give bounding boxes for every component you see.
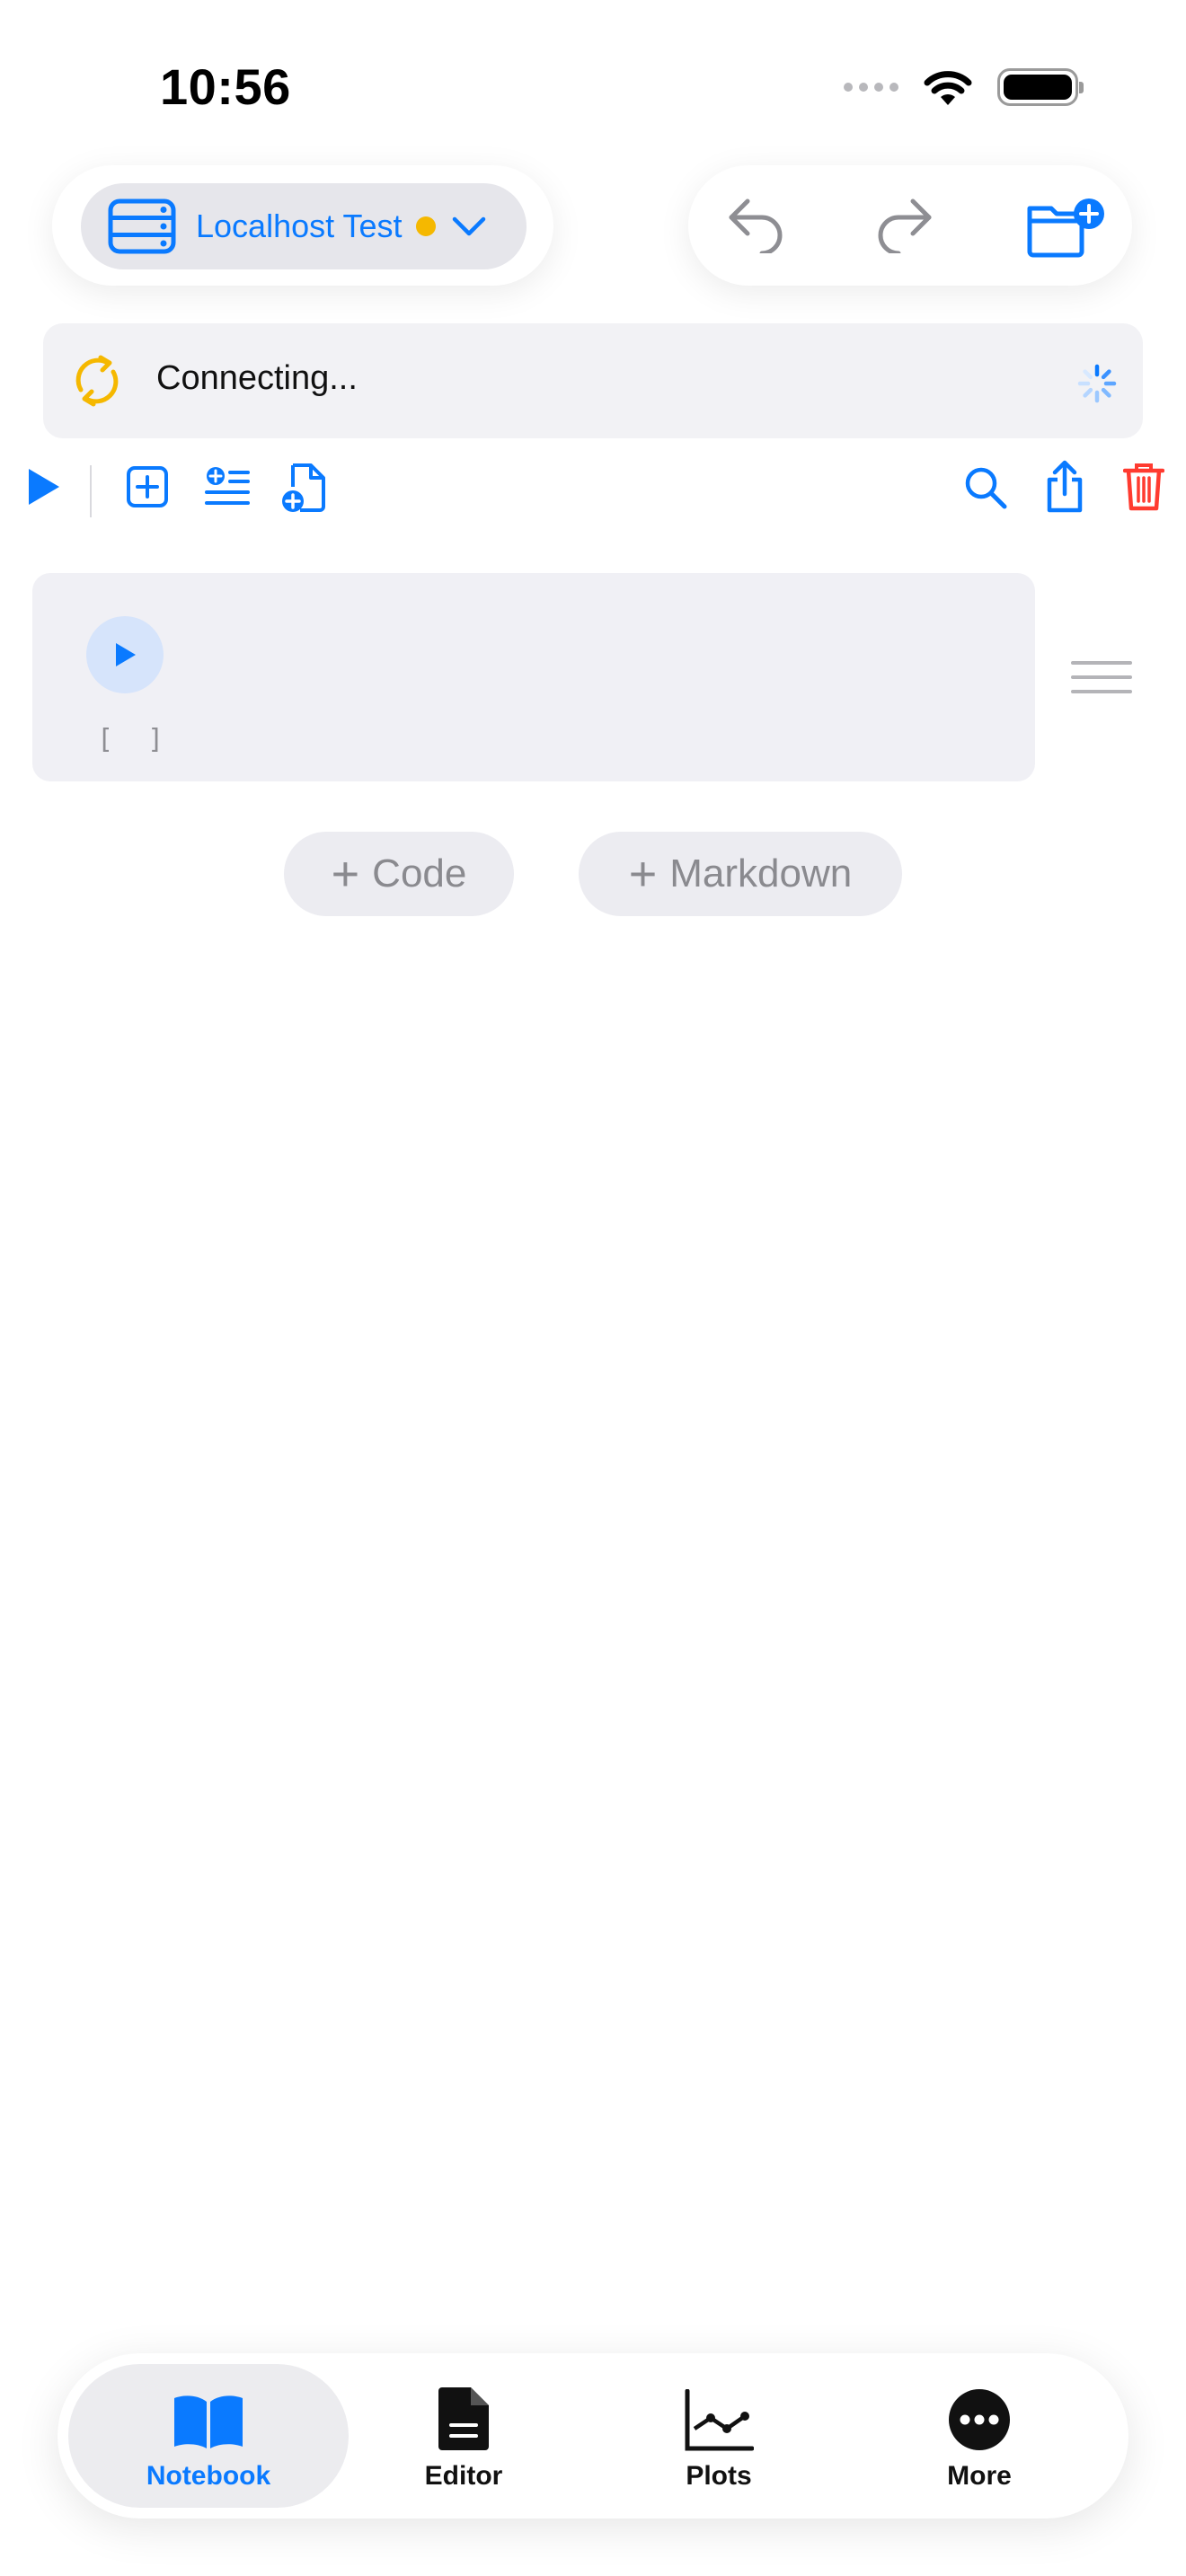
status-time: 10:56 bbox=[160, 58, 291, 115]
redo-icon[interactable] bbox=[875, 194, 934, 253]
tab-more[interactable]: More bbox=[854, 2364, 1105, 2508]
tab-label: Editor bbox=[424, 2461, 503, 2491]
sync-icon bbox=[75, 355, 119, 407]
book-icon bbox=[174, 2395, 243, 2448]
run-cell-button[interactable] bbox=[86, 616, 164, 693]
tab-plots[interactable]: Plots bbox=[593, 2364, 845, 2508]
connection-status-text: Connecting... bbox=[156, 359, 358, 397]
ellipsis-circle-icon bbox=[949, 2389, 1010, 2450]
document-icon bbox=[438, 2387, 489, 2450]
tab-label: Plots bbox=[686, 2461, 752, 2491]
add-markdown-label: Markdown bbox=[669, 851, 853, 895]
tab-editor[interactable]: Editor bbox=[338, 2364, 589, 2508]
server-status-dot bbox=[416, 216, 437, 236]
add-cell-icon[interactable] bbox=[126, 465, 169, 508]
battery-icon bbox=[997, 68, 1084, 106]
plus-icon: + bbox=[331, 847, 360, 901]
wifi-icon bbox=[924, 71, 972, 105]
plus-icon: + bbox=[628, 847, 658, 901]
chevron-down-icon bbox=[453, 216, 486, 236]
add-code-cell-button[interactable]: + Code bbox=[284, 832, 514, 916]
loading-spinner-icon bbox=[1077, 364, 1117, 403]
tab-notebook[interactable]: Notebook bbox=[68, 2364, 349, 2508]
tab-label: Notebook bbox=[146, 2461, 271, 2491]
share-icon[interactable] bbox=[1044, 460, 1085, 514]
insert-below-icon[interactable] bbox=[205, 465, 250, 508]
search-icon[interactable] bbox=[963, 465, 1008, 510]
cellular-signal-icon bbox=[844, 83, 898, 92]
chart-icon bbox=[685, 2389, 754, 2451]
server-name: Localhost Test bbox=[196, 207, 403, 244]
undo-icon[interactable] bbox=[726, 194, 785, 253]
status-indicators bbox=[844, 65, 1084, 110]
run-all-icon[interactable] bbox=[25, 467, 61, 507]
tab-label: More bbox=[947, 2461, 1012, 2491]
server-icon bbox=[108, 198, 176, 254]
new-file-icon[interactable] bbox=[280, 462, 327, 512]
add-markdown-cell-button[interactable]: + Markdown bbox=[579, 832, 902, 916]
new-folder-icon[interactable] bbox=[1026, 196, 1107, 259]
toolbar-divider bbox=[90, 465, 92, 517]
server-selector[interactable]: Localhost Test bbox=[81, 183, 527, 269]
trash-icon[interactable] bbox=[1123, 462, 1164, 512]
add-code-label: Code bbox=[372, 851, 467, 895]
notebook-screen: 10:56 Localhost Test Connecting... [] +… bbox=[0, 0, 1186, 2576]
play-icon bbox=[116, 643, 136, 666]
code-cell[interactable] bbox=[32, 573, 1035, 781]
drag-handle-icon[interactable] bbox=[1071, 661, 1132, 704]
execution-count: [ ] bbox=[97, 724, 173, 755]
